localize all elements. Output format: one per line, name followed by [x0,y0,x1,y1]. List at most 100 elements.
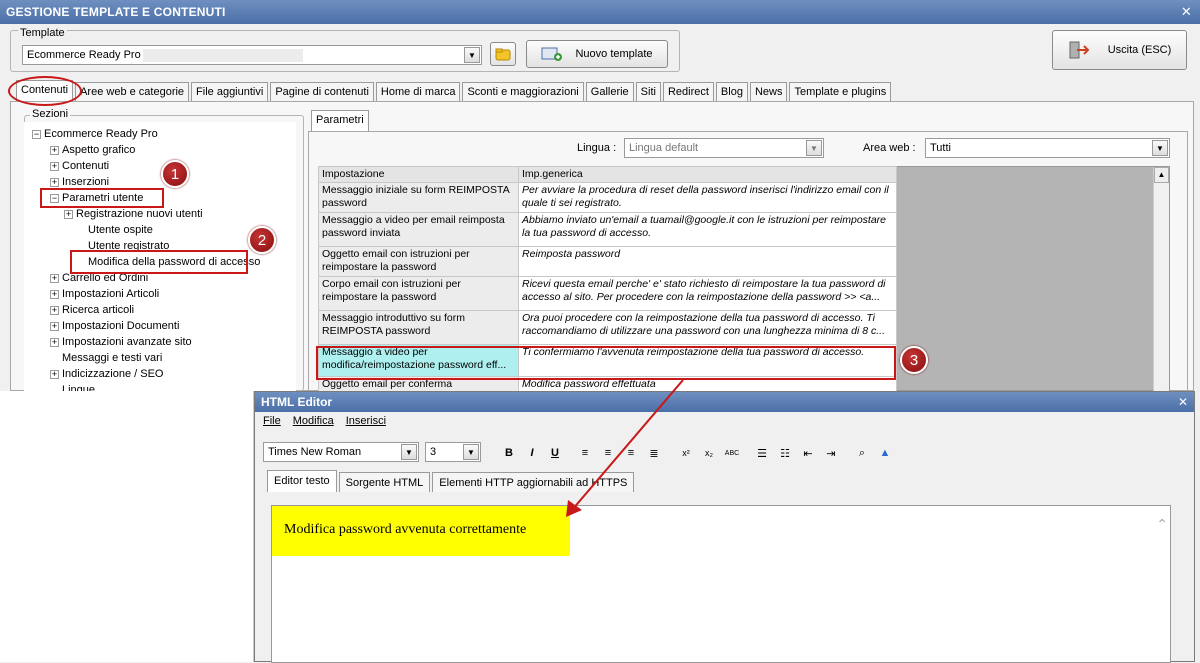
expand-icon[interactable]: + [64,209,73,219]
tree-item[interactable]: + Impostazioni avanzate sito [50,334,192,350]
expand-icon[interactable]: + [50,273,59,283]
editor-tab[interactable]: Elementi HTTP aggiornabili ad HTTPS [432,472,635,492]
grid-scrollbar[interactable]: ▲ [1153,167,1169,391]
scroll-up-icon[interactable]: ▲ [1154,167,1169,183]
tree-item-label: Utente ospite [88,224,153,236]
setting-value[interactable]: Ricevi questa email perche' e' stato ric… [518,276,897,311]
annotation-box-1 [40,188,164,208]
setting-value[interactable]: Per avviare la procedura di reset della … [518,182,897,213]
expand-icon[interactable]: + [50,321,59,331]
tab-2[interactable]: File aggiuntivi [191,82,269,102]
expand-icon[interactable]: + [50,337,59,347]
html-editor-window: HTML Editor ✕ File Modifica Inserisci Time… [254,391,1195,663]
setting-value[interactable]: Abbiamo inviato un'email a tuamail@googl… [518,212,897,247]
table-row[interactable]: Messaggio a video per email reimposta pa… [318,212,897,247]
collapse-icon[interactable]: − [32,129,41,139]
tree-item[interactable]: + Impostazioni Documenti [50,318,179,334]
menu-item[interactable]: File [263,415,281,427]
tab-10[interactable]: News [749,82,788,102]
underline-icon[interactable]: U [546,444,564,462]
editor-tab[interactable]: Sorgente HTML [338,472,431,492]
subscript-icon[interactable]: x₂ [700,444,718,462]
tab-parametri[interactable]: Parametri [311,110,369,132]
scroll-up-icon[interactable]: ⌃ [1156,516,1168,533]
step-badge-3: 3 [900,346,928,374]
area-select[interactable]: Tutti ▼ [925,138,1170,158]
tree-item-label: Ecommerce Ready Pro [44,128,158,140]
tree-item-label: Impostazioni Documenti [62,320,180,332]
redacted-text [143,49,303,62]
editor-close-icon[interactable]: ✕ [1178,395,1188,409]
exit-button[interactable]: Uscita (ESC) [1052,30,1187,70]
tree-item[interactable]: + Aspetto grafico [50,142,135,158]
new-template-button[interactable]: Nuovo template [526,40,668,68]
tab-4[interactable]: Home di marca [375,82,461,102]
editor-content-area[interactable]: Modifica password avvenuta correttamente… [271,505,1171,663]
col-value-header: Imp.generica [518,166,897,183]
expand-icon[interactable]: + [50,145,59,155]
setting-name: Messaggio a video per email reimposta pa… [318,212,519,247]
editor-tab[interactable]: Editor testo [267,470,337,492]
bullet-list-icon[interactable]: ☷ [776,444,794,462]
font-select[interactable]: Times New Roman ▼ [263,442,419,462]
justify-icon[interactable]: ≣ [645,444,663,462]
find-icon[interactable]: ⌕ [853,444,871,462]
table-row[interactable]: Oggetto email con istruzioni per reimpos… [318,246,897,277]
menu-item[interactable]: Inserisci [346,415,386,427]
align-center-icon[interactable]: ≡ [599,444,617,462]
table-row[interactable]: Messaggio introduttivo su form REIMPOSTA… [318,310,897,345]
menu-item[interactable]: Modifica [293,415,334,427]
tab-8[interactable]: Redirect [662,82,714,102]
setting-value[interactable]: Reimposta password [518,246,897,277]
annotation-box-2 [70,250,248,274]
setting-value[interactable]: Ora puoi procedere con la reimpostazione… [518,310,897,345]
open-folder-button[interactable] [490,42,516,66]
setting-name: Oggetto email con istruzioni per reimpos… [318,246,519,277]
tree-item[interactable]: + Contenuti [50,158,109,174]
table-row[interactable]: Corpo email con istruzioni per reimposta… [318,276,897,311]
tab-11[interactable]: Template e plugins [789,82,892,102]
tab-6[interactable]: Gallerie [585,82,634,102]
editor-title: HTML Editor [261,395,333,409]
editor-menubar: File Modifica Inserisci [263,415,386,427]
tree-item-label: Registrazione nuovi utenti [76,208,203,220]
expand-icon[interactable]: + [50,289,59,299]
numbered-list-icon[interactable]: ☰ [753,444,771,462]
tab-3[interactable]: Pagine di contenuti [270,82,374,102]
lingua-select[interactable]: Lingua default ▼ [624,138,824,158]
tree-item[interactable]: + Indicizzazione / SEO [50,366,164,382]
tree-item[interactable]: + Impostazioni Articoli [50,286,159,302]
add-template-icon [541,47,563,61]
template-select[interactable]: Ecommerce Ready Pro ▼ [22,45,482,65]
tab-1[interactable]: Aree web e categorie [75,82,190,102]
tree-item[interactable]: + Registrazione nuovi utenti [64,206,203,222]
align-right-icon[interactable]: ≡ [622,444,640,462]
close-icon[interactable]: ✕ [1181,4,1192,20]
tab-5[interactable]: Sconti e maggiorazioni [462,82,584,102]
strikethrough-icon[interactable]: ABC [723,444,741,462]
bold-icon[interactable]: B [500,444,518,462]
tree-item[interactable]: Utente ospite [76,222,153,238]
tree-item[interactable]: − Ecommerce Ready Pro [32,126,158,142]
color-icon[interactable]: ▲ [876,444,894,462]
expand-icon[interactable]: + [50,305,59,315]
table-row[interactable]: Messaggio iniziale su form REIMPOSTA pas… [318,182,897,213]
size-select[interactable]: 3 ▼ [425,442,481,462]
chevron-down-icon: ▼ [401,444,417,460]
annotation-box-3 [316,346,896,380]
superscript-icon[interactable]: x² [677,444,695,462]
chevron-down-icon: ▼ [806,140,822,156]
tree-item[interactable]: + Ricerca articoli [50,302,134,318]
expand-icon[interactable]: + [50,369,59,379]
tree-item[interactable]: Messaggi e testi vari [50,350,162,366]
tab-7[interactable]: Siti [635,82,661,102]
expand-icon[interactable]: + [50,177,59,187]
chevron-down-icon: ▼ [464,47,480,63]
tab-9[interactable]: Blog [715,82,748,102]
indent-icon[interactable]: ⇥ [822,444,840,462]
align-left-icon[interactable]: ≡ [576,444,594,462]
italic-icon[interactable]: I [523,444,541,462]
expand-icon[interactable]: + [50,161,59,171]
outdent-icon[interactable]: ⇤ [799,444,817,462]
tree-item-label: Ricerca articoli [62,304,135,316]
